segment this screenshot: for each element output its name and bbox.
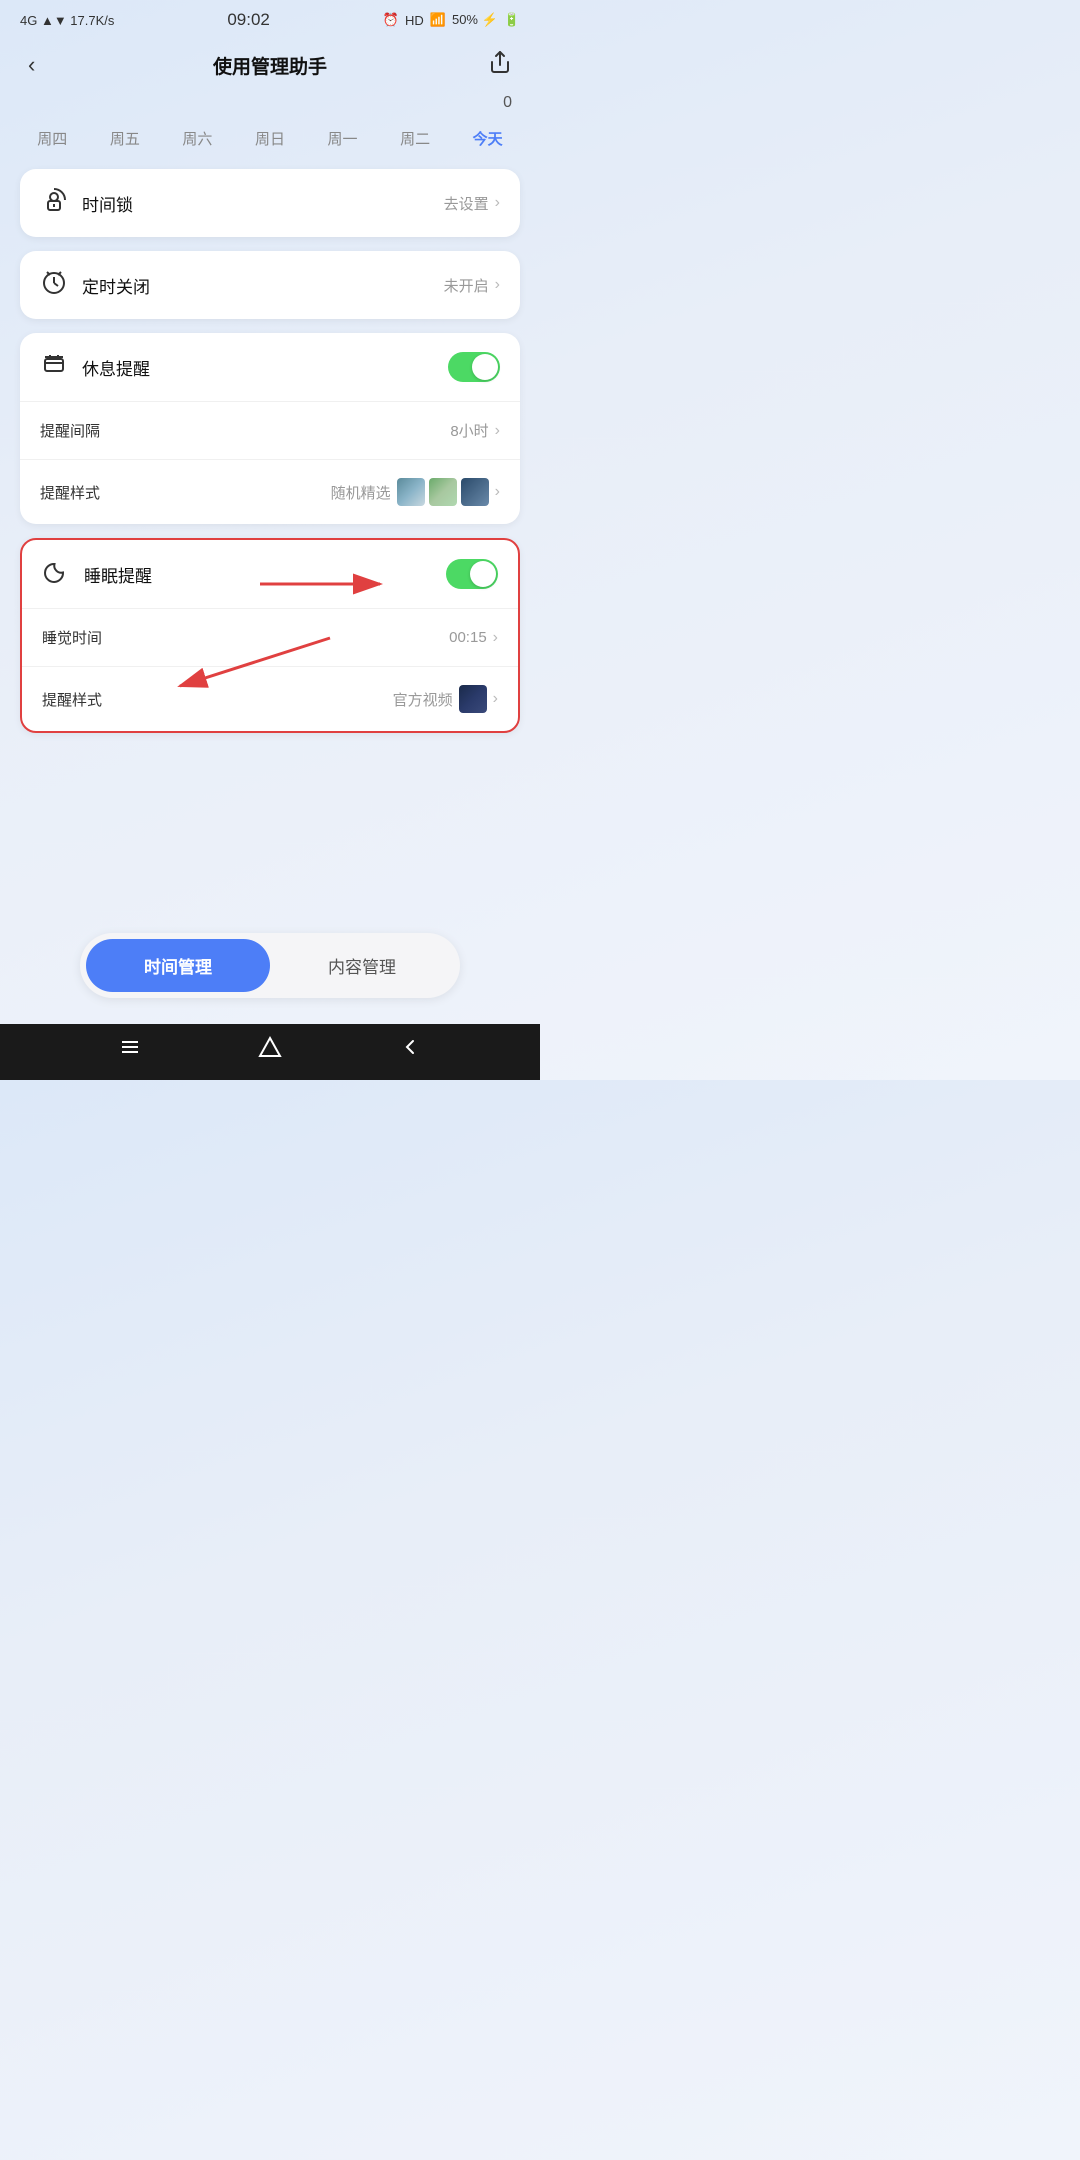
rest-style-value: 随机精选	[331, 482, 391, 503]
sleep-style-label: 提醒样式	[42, 689, 102, 710]
tab-time-management[interactable]: 时间管理	[86, 939, 270, 992]
back-button[interactable]: ‹	[20, 48, 43, 82]
time-lock-left: 时间锁	[40, 187, 133, 219]
share-button[interactable]	[480, 46, 520, 84]
timed-off-row[interactable]: 定时关闭 未开启 ›	[20, 251, 520, 319]
rest-style-thumbs	[397, 478, 489, 506]
status-bar: 4G ▲▼ 17.7K/s 09:02 ⏰ HD 📶 50% ⚡ 🔋	[0, 0, 540, 36]
timed-off-chevron: ›	[495, 276, 500, 294]
rest-thumb-1	[397, 478, 425, 506]
timed-off-card: 定时关闭 未开启 ›	[20, 251, 520, 319]
main-content: 时间锁 去设置 › 定时关闭	[0, 169, 540, 923]
rest-thumb-3	[461, 478, 489, 506]
battery-text: 50% ⚡	[452, 12, 498, 28]
sleep-style-value: 官方视频	[393, 689, 453, 710]
sleep-reminder-label: 睡眠提醒	[84, 562, 152, 587]
time-lock-action: 去设置	[444, 193, 489, 214]
rest-style-row[interactable]: 提醒样式 随机精选 ›	[20, 459, 520, 524]
bottom-tab-bar: 时间管理 内容管理	[80, 933, 460, 998]
alarm-icon: ⏰	[383, 12, 399, 28]
sleep-reminder-toggle[interactable]	[446, 559, 498, 589]
sleep-style-right: 官方视频 ›	[393, 685, 498, 713]
status-signal: 4G ▲▼ 17.7K/s	[20, 13, 114, 28]
nav-bar: ‹ 使用管理助手	[0, 36, 540, 94]
rest-style-label: 提醒样式	[40, 482, 100, 503]
rest-reminder-main-row: 休息提醒	[20, 333, 520, 401]
home-icon[interactable]	[258, 1035, 282, 1064]
tab-today[interactable]: 今天	[467, 124, 509, 153]
rest-interval-right: 8小时 ›	[450, 420, 500, 441]
tab-content-management[interactable]: 内容管理	[270, 939, 454, 992]
menu-icon[interactable]	[118, 1035, 142, 1064]
rest-thumb-2	[429, 478, 457, 506]
battery-icon: 🔋	[504, 12, 520, 28]
timed-off-left: 定时关闭	[40, 269, 150, 301]
sleep-style-chevron: ›	[493, 690, 498, 708]
status-time: 09:02	[227, 10, 270, 30]
time-lock-card: 时间锁 去设置 ›	[20, 169, 520, 237]
timed-off-right: 未开启 ›	[444, 275, 500, 296]
rest-style-chevron: ›	[495, 483, 500, 501]
rest-interval-value: 8小时	[450, 420, 488, 441]
rest-reminder-label: 休息提醒	[82, 355, 150, 380]
sleep-time-right: 00:15 ›	[449, 629, 498, 647]
rest-reminder-left: 休息提醒	[40, 351, 150, 383]
rest-interval-chevron: ›	[495, 422, 500, 440]
rest-reminder-icon	[40, 351, 68, 383]
rest-interval-label: 提醒间隔	[40, 420, 100, 441]
sleep-thumb-1	[459, 685, 487, 713]
timed-off-icon	[40, 269, 68, 301]
tab-fri[interactable]: 周五	[104, 124, 146, 153]
time-lock-icon	[40, 187, 68, 219]
time-lock-right: 去设置 ›	[444, 193, 500, 214]
sleep-reminder-main-row: 睡眠提醒	[22, 540, 518, 608]
status-icons: ⏰ HD 📶 50% ⚡ 🔋	[383, 12, 520, 28]
tab-mon[interactable]: 周一	[322, 124, 364, 153]
sleep-reminder-left: 睡眠提醒	[42, 558, 152, 590]
timed-off-label: 定时关闭	[82, 273, 150, 298]
timed-off-status: 未开启	[444, 275, 489, 296]
sleep-time-label: 睡觉时间	[42, 627, 102, 648]
page-title: 使用管理助手	[213, 52, 327, 79]
day-tabs: 周四 周五 周六 周日 周一 周二 今天	[0, 116, 540, 169]
sleep-time-value: 00:15	[449, 629, 487, 646]
tab-tue[interactable]: 周二	[394, 124, 436, 153]
sleep-style-thumbs	[459, 685, 487, 713]
nav-counter: 0	[0, 94, 540, 112]
sleep-card-wrapper: 睡眠提醒 睡觉时间 00:15 › 提醒样式 官方视频	[20, 538, 520, 733]
system-nav-bar	[0, 1024, 540, 1080]
time-lock-chevron: ›	[495, 194, 500, 212]
tab-thu[interactable]: 周四	[31, 124, 73, 153]
tab-sun[interactable]: 周日	[249, 124, 291, 153]
sleep-reminder-icon	[42, 558, 70, 590]
tab-sat[interactable]: 周六	[176, 124, 218, 153]
back-nav-icon[interactable]	[398, 1035, 422, 1064]
sleep-style-row[interactable]: 提醒样式 官方视频 ›	[22, 666, 518, 731]
wifi-icon: 📶	[430, 12, 446, 28]
rest-reminder-toggle[interactable]	[448, 352, 500, 382]
rest-interval-row[interactable]: 提醒间隔 8小时 ›	[20, 401, 520, 459]
sleep-reminder-card: 睡眠提醒 睡觉时间 00:15 › 提醒样式 官方视频	[20, 538, 520, 733]
time-lock-label: 时间锁	[82, 191, 133, 216]
rest-reminder-card: 休息提醒 提醒间隔 8小时 › 提醒样式 随机精选 ›	[20, 333, 520, 524]
time-lock-row[interactable]: 时间锁 去设置 ›	[20, 169, 520, 237]
rest-style-right: 随机精选 ›	[331, 478, 500, 506]
hd-badge: HD	[405, 13, 424, 28]
sleep-time-chevron: ›	[493, 629, 498, 647]
sleep-time-row[interactable]: 睡觉时间 00:15 ›	[22, 608, 518, 666]
